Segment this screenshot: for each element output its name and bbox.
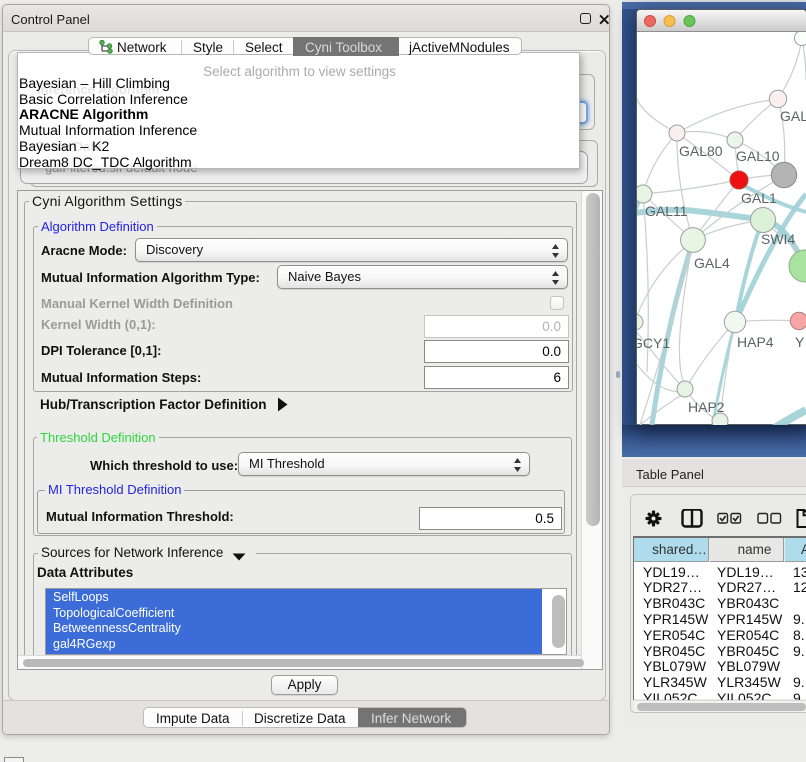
svg-text:GAL4: GAL4 xyxy=(694,255,730,271)
svg-text:GAL1: GAL1 xyxy=(741,190,777,206)
svg-text:GAL10: GAL10 xyxy=(736,148,780,164)
svg-text:Y: Y xyxy=(795,334,805,350)
svg-text:SWI4: SWI4 xyxy=(761,231,795,247)
svg-text:GAL7: GAL7 xyxy=(780,108,806,124)
svg-text:GAL11: GAL11 xyxy=(645,203,688,219)
svg-text:HAP4: HAP4 xyxy=(737,334,774,350)
svg-text:GAL80: GAL80 xyxy=(679,143,723,159)
svg-text:HAP2: HAP2 xyxy=(688,399,725,415)
svg-text:GCY1: GCY1 xyxy=(637,335,670,351)
